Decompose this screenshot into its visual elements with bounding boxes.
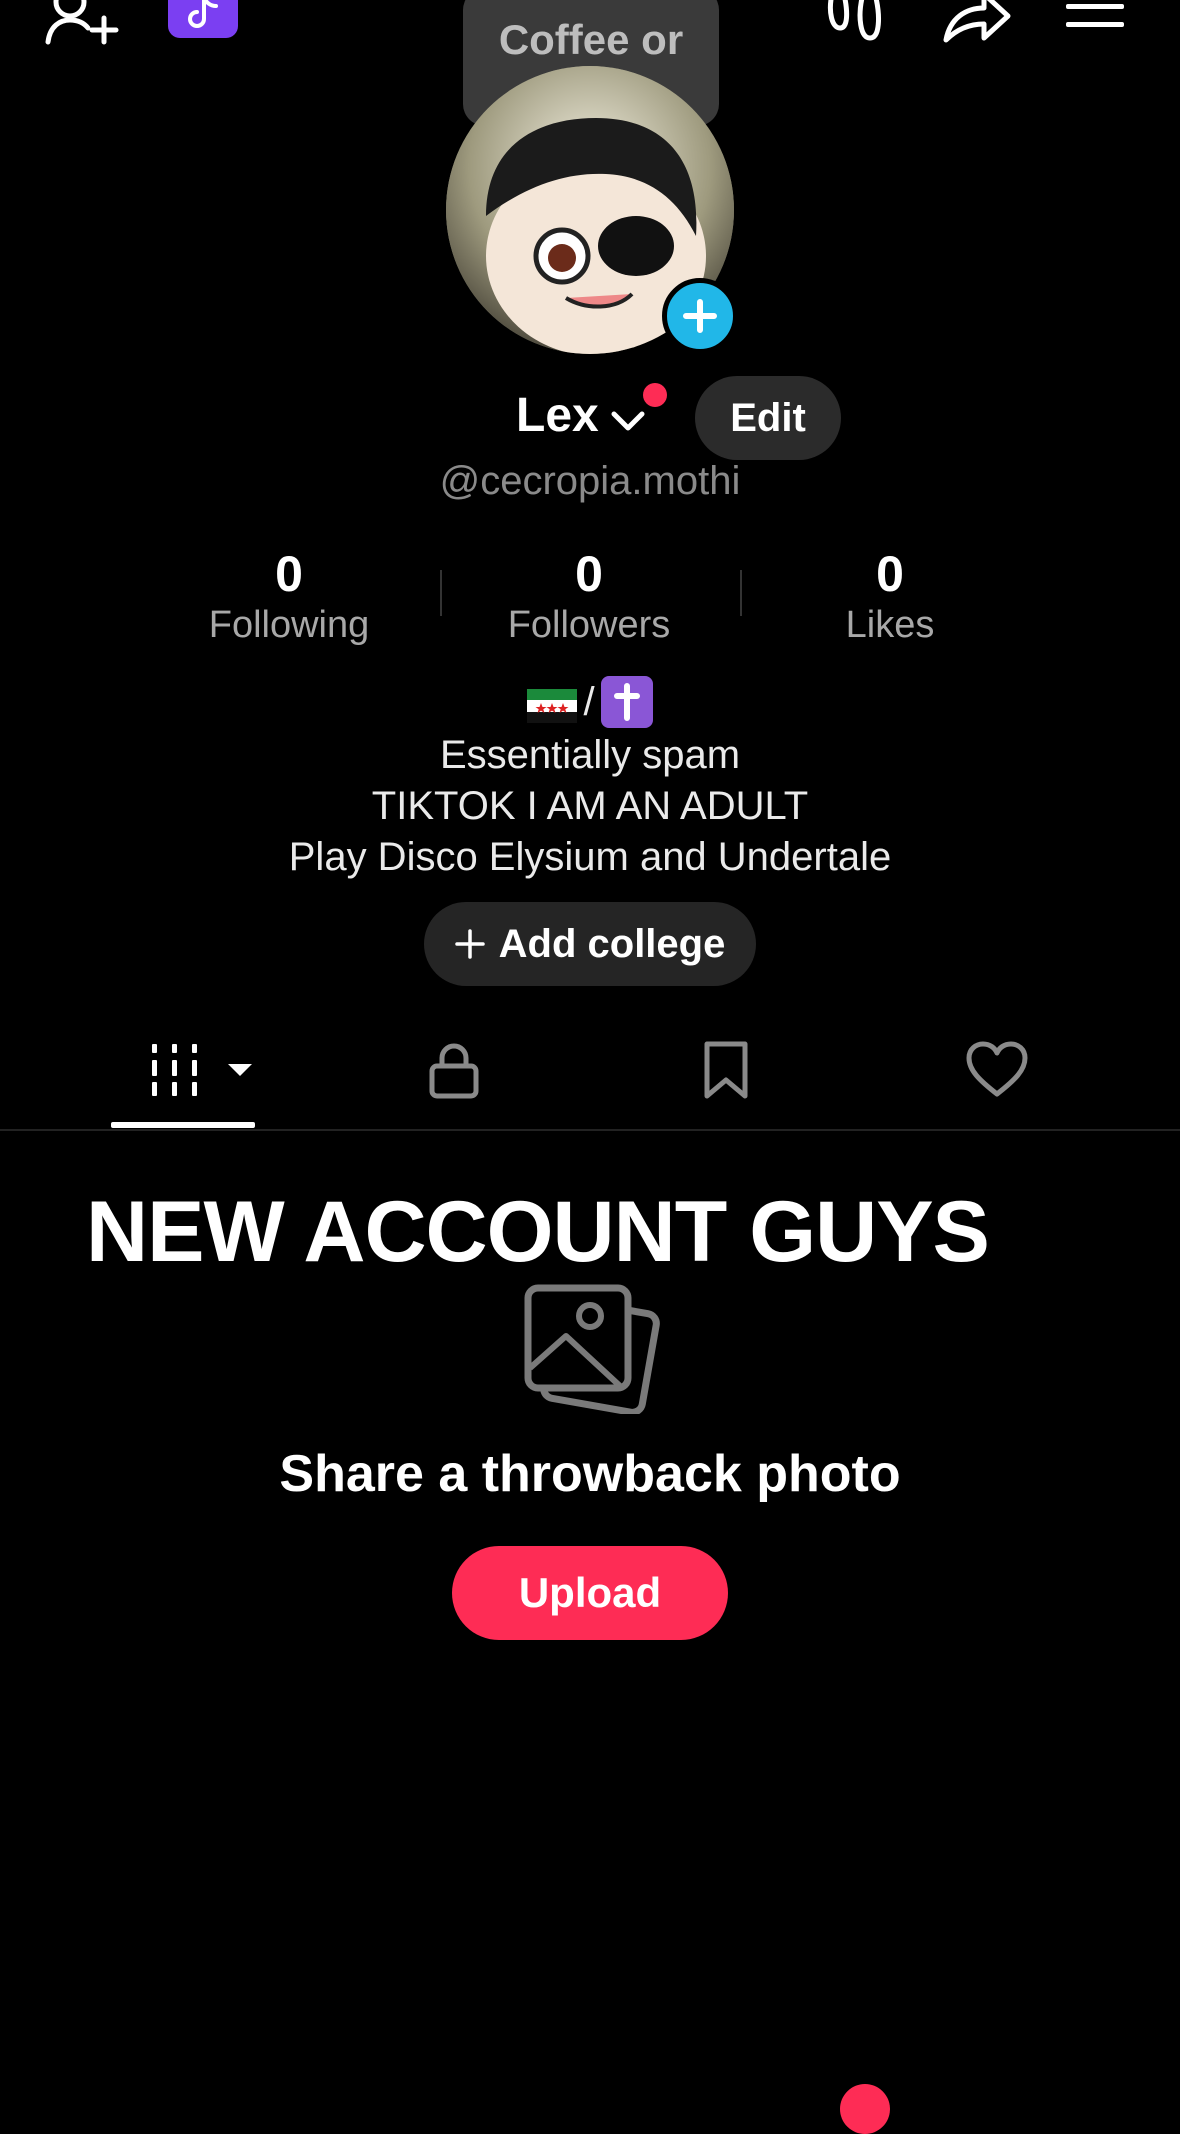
upload-button[interactable]: Upload <box>452 1546 728 1640</box>
empty-state-title: Share a throwback photo <box>279 1445 901 1503</box>
videos-grid-icon <box>130 1042 226 1098</box>
bio-separator: / <box>583 679 595 724</box>
add-friend-icon[interactable] <box>44 0 124 48</box>
tiktok-logo-icon[interactable] <box>168 0 238 38</box>
stat-label: Following <box>208 604 370 646</box>
photos-icon <box>520 1280 660 1414</box>
stat-value: 0 <box>876 546 904 602</box>
username: @cecropia.mothi <box>439 459 741 503</box>
stat-label: Followers <box>507 604 671 646</box>
syria-flag-icon <box>527 685 578 723</box>
latin-cross-icon <box>600 676 653 728</box>
stat-followers[interactable]: 0 Followers <box>459 546 719 648</box>
active-tab-indicator <box>111 1122 255 1128</box>
tab-saved[interactable] <box>666 1036 786 1104</box>
bio-line: Essentially spam <box>439 733 741 777</box>
pinned-caption: NEW ACCOUNT GUYS <box>86 1184 990 1280</box>
add-college-label: Add college <box>498 921 726 966</box>
tab-videos[interactable] <box>122 1036 262 1104</box>
tab-private[interactable] <box>394 1036 514 1104</box>
stat-value: 0 <box>275 546 303 602</box>
stat-divider <box>440 570 442 616</box>
bio-line: Play Disco Elysium and Undertale <box>288 835 892 879</box>
heart-icon <box>965 1040 1029 1100</box>
add-college-button[interactable]: Add college <box>424 902 756 986</box>
add-avatar-plus-icon[interactable] <box>662 278 738 354</box>
bio: / Essentially spam TIKTOK I AM AN ADULT … <box>0 674 1180 883</box>
plus-icon <box>454 929 485 959</box>
bio-emoji-row: / <box>0 674 1180 730</box>
tabs-divider <box>0 1129 1180 1131</box>
share-icon[interactable] <box>940 0 1012 48</box>
edit-profile-button[interactable]: Edit <box>695 376 841 460</box>
caret-down-icon <box>226 1062 254 1078</box>
footprint-icon[interactable] <box>822 0 886 48</box>
bookmark-icon <box>701 1040 751 1100</box>
chevron-down-icon[interactable] <box>606 398 650 442</box>
tab-liked[interactable] <box>937 1036 1057 1104</box>
menu-icon[interactable] <box>1064 0 1126 44</box>
stat-label: Likes <box>845 604 935 646</box>
stat-value: 0 <box>575 546 603 602</box>
bio-line: TIKTOK I AM AN ADULT <box>371 784 809 828</box>
stat-likes[interactable]: 0 Likes <box>760 546 1020 648</box>
notification-dot <box>840 2084 890 2134</box>
display-name[interactable]: Lex <box>516 388 599 444</box>
lock-icon <box>426 1040 482 1100</box>
notification-dot <box>643 383 667 407</box>
stat-divider <box>740 570 742 616</box>
stat-following[interactable]: 0 Following <box>159 546 419 648</box>
